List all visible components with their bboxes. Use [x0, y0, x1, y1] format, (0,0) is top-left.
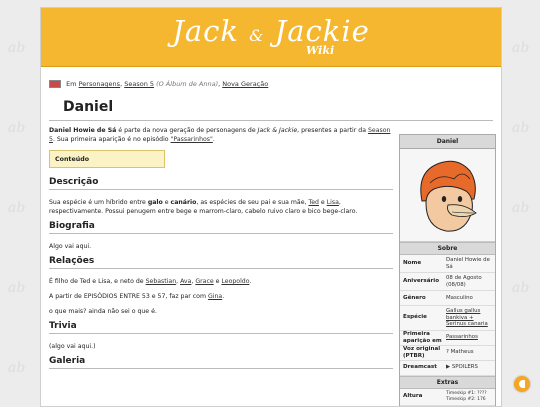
site-logo[interactable]: Jack & Jackie	[41, 14, 501, 48]
link-leopoldo[interactable]: Leopoldo	[221, 278, 249, 285]
relacoes-paragraph-3: o que mais? ainda não sei o que é.	[49, 308, 157, 315]
descricao-paragraph: Sua espécie é um híbrido entre galo e ca…	[49, 198, 393, 216]
infobox-row: Gênero Masculino	[400, 291, 495, 306]
breadcrumb-link-nova-geracao[interactable]: Nova Geração	[222, 80, 268, 88]
logo-second-word: Jackie	[274, 14, 370, 48]
infobox-key: Nome	[403, 260, 422, 266]
infobox-key: Primeira aparição em	[403, 330, 442, 344]
relacoes-paragraph-1: É filho de Ted e Lisa, e neto de Sebasti…	[49, 277, 393, 286]
heading-trivia: Trivia	[49, 322, 393, 334]
infobox-value: Masculino	[446, 294, 473, 301]
infobox-value: Timeskip #1: ???? Timeskip #2: 176	[444, 389, 495, 405]
heading-descricao: Descrição	[49, 178, 393, 190]
heading-galeria: Galeria	[49, 357, 393, 369]
logo-first-word: Jack	[172, 14, 239, 48]
descricao-text: e	[318, 199, 327, 206]
link-ava[interactable]: Ava	[180, 278, 191, 285]
infobox-key: Altura	[403, 393, 423, 399]
infobox-value: Daniel Howie de Sá	[446, 257, 490, 270]
infobox-row: Dreamcast ▶ SPOILERS	[400, 361, 495, 376]
infobox-value: 08 de Agosto (08/08)	[446, 275, 482, 288]
infobox-sobre-heading: Sobre	[400, 242, 495, 255]
infobox-row: Espécie Gallus gallus bankiva + Serinus …	[400, 306, 495, 331]
relacoes-text: A partir de EPISÓDIOS ENTRE 53 e 57, faz…	[49, 293, 208, 300]
first-appearance-link[interactable]: Passarinhos	[446, 334, 478, 340]
intro-episode-link[interactable]: "Passarinhos"	[171, 136, 213, 143]
intro-paragraph: Daniel Howie de Sá é parte da nova geraç…	[49, 126, 393, 144]
link-ted[interactable]: Ted	[308, 199, 318, 206]
infobox-key: Voz original (PTBR)	[403, 345, 441, 359]
separator: .	[249, 278, 252, 285]
descricao-text: , as espécies de seu pai e sua mãe,	[196, 199, 309, 206]
intro-name: Daniel Howie de Sá	[49, 127, 117, 134]
species-link[interactable]: Gallus gallus bankiva + Serinus canaria	[446, 308, 488, 327]
infobox-value: ? Matheus	[446, 349, 474, 356]
breadcrumb: Em Personagens, Season 5 (O Álbum de Ann…	[49, 80, 268, 88]
link-lisa[interactable]: Lisa	[327, 199, 339, 206]
intro-show: Jack & Jackie	[257, 127, 298, 134]
species-galo: galo	[147, 199, 163, 206]
logo-ampersand: &	[249, 26, 265, 45]
infobox-row: Aniversário 08 de Agosto (08/08)	[400, 273, 495, 291]
link-grace[interactable]: Grace	[195, 278, 213, 285]
character-portrait[interactable]	[400, 149, 495, 242]
character-infobox: Daniel Sobre Nome Daniel Howie de Sá Ani…	[399, 134, 496, 406]
heading-relacoes: Relações	[49, 257, 393, 269]
species-canario: canário	[170, 199, 197, 206]
theme-toggle-button[interactable]	[514, 376, 530, 392]
breadcrumb-link-season[interactable]: Season 5	[124, 80, 154, 88]
infobox-value: Gallus gallus bankiva + Serinus canaria	[444, 306, 495, 330]
wiki-page: Jack & Jackie Wiki Em Personagens, Seaso…	[40, 7, 502, 407]
descricao-text: Sua espécie é um híbrido entre	[49, 199, 148, 206]
spoilers-toggle[interactable]: ▶ SPOILERS	[444, 362, 495, 373]
breadcrumb-note: (O Álbum de Anna)	[156, 80, 219, 88]
heading-biografia: Biografia	[49, 222, 393, 234]
flag-icon	[49, 80, 61, 88]
relacoes-text: É filho de Ted e Lisa, e neto de	[49, 278, 146, 285]
trivia-paragraph: (algo vai aqui.)	[49, 343, 96, 350]
intro-text: .	[212, 136, 215, 143]
infobox-key: Espécie	[403, 314, 427, 321]
article-content: Daniel Howie de Sá é parte da nova geraç…	[49, 126, 393, 377]
descricao-text: e	[162, 199, 171, 206]
infobox-title: Daniel	[400, 135, 495, 149]
infobox-extras-heading: Extras	[400, 375, 495, 389]
breadcrumb-link-personagens[interactable]: Personagens	[79, 80, 120, 88]
infobox-row: Altura Timeskip #1: ???? Timeskip #2: 17…	[400, 389, 495, 406]
site-banner[interactable]: Jack & Jackie Wiki	[41, 8, 501, 67]
biografia-paragraph: Algo vai aqui.	[49, 243, 92, 250]
infobox-row: Primeira aparição em Passarinhos	[400, 331, 495, 346]
logo-wiki-label: Wiki	[306, 44, 335, 57]
infobox-key: Dreamcast	[403, 364, 437, 370]
altura-value: Timeskip #2: 176	[446, 396, 486, 402]
intro-text: , presentes a partir da	[297, 127, 368, 134]
infobox-value: Passarinhos	[444, 332, 495, 343]
altura-value: Timeskip #1: ????	[446, 390, 487, 396]
page-title: Daniel	[63, 99, 114, 115]
infobox-key: Aniversário	[403, 278, 440, 284]
toc-box[interactable]: Conteúdo	[49, 150, 165, 168]
intro-text: é parte da nova geração de personagens d…	[116, 127, 258, 134]
breadcrumb-prefix: Em	[66, 80, 77, 88]
infobox-row: Nome Daniel Howie de Sá	[400, 255, 495, 273]
intro-text: . Sua primeira aparição é no episódio	[52, 136, 171, 143]
separator: .	[222, 293, 225, 300]
infobox-row: Voz original (PTBR) ? Matheus	[400, 346, 495, 361]
character-portrait-drawing	[420, 160, 477, 232]
relacoes-paragraph-2: A partir de EPISÓDIOS ENTRE 53 e 57, faz…	[49, 292, 393, 301]
title-divider	[49, 120, 493, 121]
link-sebastian[interactable]: Sebastian	[146, 278, 177, 285]
infobox-key: Gênero	[403, 294, 426, 301]
link-gina[interactable]: Gina	[208, 293, 222, 300]
